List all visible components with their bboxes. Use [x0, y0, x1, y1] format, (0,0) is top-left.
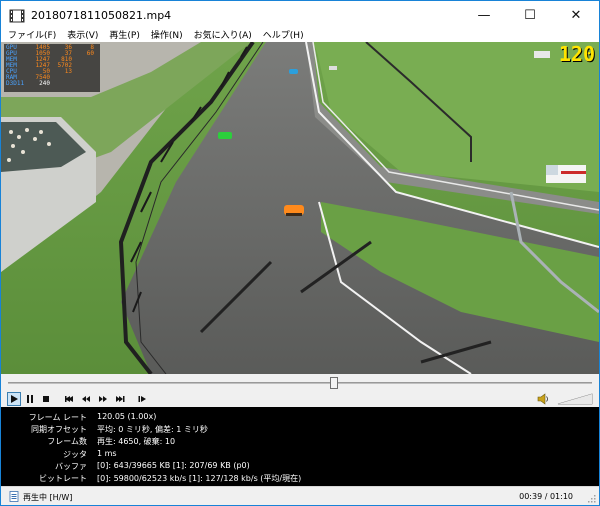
media-player-window: 2018071811050821.mp4 — ☐ ✕ ファイル(F) 表示(V)…	[0, 0, 600, 506]
skip-forward-icon	[116, 396, 125, 402]
previous-button[interactable]	[62, 392, 76, 406]
resize-grip-icon[interactable]	[586, 493, 596, 503]
menu-file[interactable]: ファイル(F)	[4, 30, 60, 42]
maximize-icon: ☐	[524, 8, 536, 23]
stat-label: 同期オフセット	[31, 425, 87, 434]
time-display: 00:39 / 01:10	[519, 492, 573, 501]
stat-value: [0]: 59800/62523 kb/s [1]: 127/128 kb/s …	[97, 474, 302, 483]
menu-play[interactable]: 再生(P)	[105, 30, 143, 42]
osd-label: D3D11	[6, 80, 25, 87]
minimize-button[interactable]: —	[461, 1, 507, 30]
osd-value	[72, 81, 94, 87]
seek-track[interactable]	[8, 382, 592, 384]
frame-step-button[interactable]	[135, 392, 149, 406]
menu-view[interactable]: 表示(V)	[63, 30, 102, 42]
fast-forward-icon	[99, 396, 107, 402]
next-button[interactable]	[113, 392, 127, 406]
close-button[interactable]: ✕	[553, 1, 599, 30]
speaker-icon[interactable]	[536, 392, 550, 406]
maximize-button[interactable]: ☐	[507, 1, 553, 30]
osd-value	[50, 81, 72, 87]
play-button[interactable]	[7, 392, 21, 406]
menu-help[interactable]: ヘルプ(H)	[259, 30, 308, 42]
seek-thumb[interactable]	[330, 377, 339, 389]
stop-button[interactable]	[39, 392, 53, 406]
osd-row: D3D11 240	[6, 81, 98, 87]
window-title: 2018071811050821.mp4	[31, 9, 172, 22]
statistics-panel: フレーム レート 120.05 (1.00x) 同期オフセット 平均: 0 ミリ…	[1, 407, 599, 486]
frame-step-icon	[138, 396, 146, 402]
play-icon	[11, 395, 18, 403]
playback-controls	[1, 391, 599, 407]
stat-value: 平均: 0 ミリ秒, 偏差: 1 ミリ秒	[97, 425, 208, 434]
stat-label: フレーム数	[47, 437, 87, 446]
performance-overlay: GPU 1405 36 8 GPU 1050 37 60 MEM 1247 81…	[4, 44, 100, 92]
stat-row: ビットレート [0]: 59800/62523 kb/s [1]: 127/12…	[1, 473, 599, 484]
stat-value: 再生: 4650, 破棄: 10	[97, 437, 176, 446]
rewind-button[interactable]	[79, 392, 93, 406]
menu-bar: ファイル(F) 表示(V) 再生(P) 操作(N) お気に入り(A) ヘルプ(H…	[1, 30, 599, 42]
fps-counter: 120	[558, 42, 595, 66]
volume-slider[interactable]	[557, 392, 593, 406]
seek-bar[interactable]	[1, 374, 599, 391]
stat-row: フレーム レート 120.05 (1.00x)	[1, 412, 599, 423]
menu-favorites[interactable]: お気に入り(A)	[190, 30, 256, 42]
skip-back-icon	[65, 396, 73, 402]
stat-row: 同期オフセット 平均: 0 ミリ秒, 偏差: 1 ミリ秒	[1, 424, 599, 435]
stat-row: ジッタ 1 ms	[1, 449, 599, 460]
rewind-icon	[82, 396, 90, 402]
status-bar: 再生中 [H/W] 00:39 / 01:10	[1, 486, 599, 505]
document-icon	[9, 491, 19, 502]
stat-value: 1 ms	[97, 449, 117, 458]
stat-row: バッファ [0]: 643/39665 KB [1]: 207/69 KB (p…	[1, 461, 599, 472]
stat-value: [0]: 643/39665 KB [1]: 207/69 KB (p0)	[97, 461, 250, 470]
osd-value: 240	[39, 80, 50, 87]
stat-label: フレーム レート	[28, 413, 87, 422]
video-frame[interactable]: GPU 1405 36 8 GPU 1050 37 60 MEM 1247 81…	[1, 42, 599, 374]
pause-icon	[27, 395, 33, 403]
stat-label: ビットレート	[39, 474, 87, 483]
stat-label: バッファ	[55, 462, 87, 471]
stat-label: ジッタ	[63, 450, 87, 459]
minimize-icon: —	[477, 8, 491, 23]
pause-button[interactable]	[23, 392, 37, 406]
stat-value: 120.05 (1.00x)	[97, 412, 157, 421]
close-icon: ✕	[570, 8, 582, 23]
stop-icon	[43, 396, 49, 402]
stat-row: フレーム数 再生: 4650, 破棄: 10	[1, 436, 599, 447]
playback-state: 再生中 [H/W]	[23, 493, 73, 502]
film-icon	[9, 9, 25, 22]
title-bar[interactable]: 2018071811050821.mp4 — ☐ ✕	[1, 1, 599, 30]
menu-navigate[interactable]: 操作(N)	[147, 30, 187, 42]
forward-button[interactable]	[96, 392, 110, 406]
